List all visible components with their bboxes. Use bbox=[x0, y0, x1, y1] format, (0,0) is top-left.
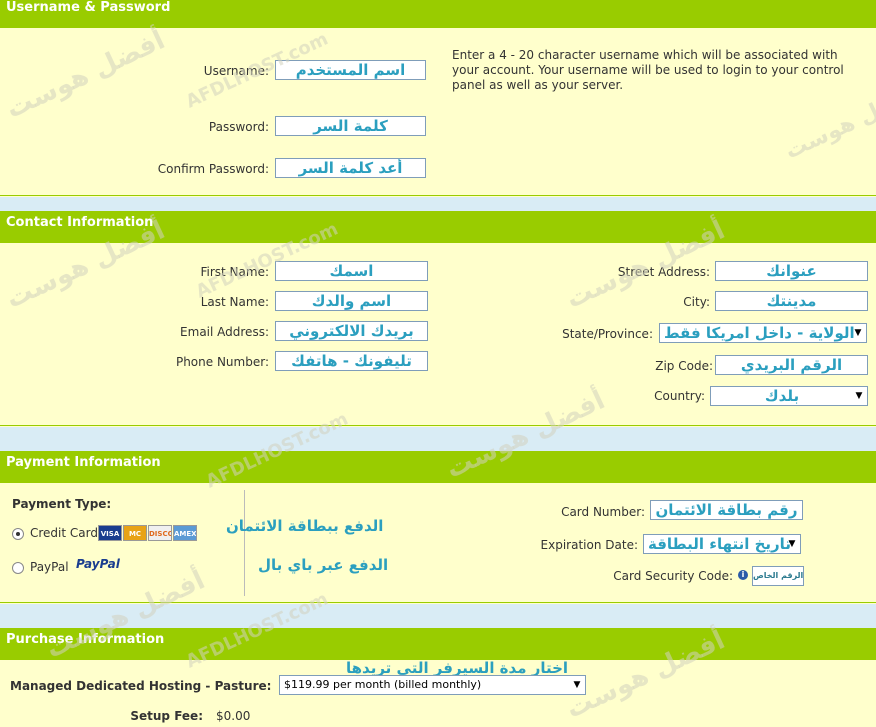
state-select-value: الولاية - داخل امريكا فقط bbox=[664, 324, 855, 342]
section-gap bbox=[0, 427, 876, 451]
discover-icon: DISCOVER bbox=[148, 525, 172, 541]
country-select-value: بلدك bbox=[764, 387, 800, 405]
phone-input[interactable]: تليفونك - هاتفك bbox=[275, 351, 428, 371]
username-description: Enter a 4 - 20 character username which … bbox=[452, 48, 844, 92]
setup-fee-label: Setup Fee: bbox=[130, 709, 203, 723]
last-name-input[interactable]: اسم والدك bbox=[275, 291, 428, 311]
credit-card-radio[interactable] bbox=[12, 528, 24, 540]
confirm-password-input[interactable]: أعد كلمة السر bbox=[275, 158, 426, 178]
username-input[interactable]: اسم المستخدم bbox=[275, 60, 426, 80]
plan-select-value: $119.99 per month (billed monthly) bbox=[284, 678, 482, 691]
card-number-input[interactable]: رقم بطاقة الائتمان bbox=[650, 500, 803, 520]
security-code-input[interactable]: الرقم الخاص bbox=[752, 566, 804, 586]
email-label: Email Address: bbox=[180, 325, 269, 339]
credit-card-annotation: الدفع ببطاقة الائتمان bbox=[226, 517, 384, 535]
paypal-annotation: الدفع عبر باي بال bbox=[258, 556, 389, 574]
contact-section-title: Contact Information bbox=[6, 215, 154, 230]
paypal-logo-icon: PayPal bbox=[76, 557, 120, 571]
chevron-down-icon: ▼ bbox=[788, 539, 796, 549]
city-label: City: bbox=[683, 295, 710, 309]
phone-label: Phone Number: bbox=[175, 355, 269, 369]
info-icon[interactable]: i bbox=[738, 570, 748, 580]
last-name-label: Last Name: bbox=[200, 295, 269, 309]
payment-section-title: Payment Information bbox=[6, 455, 161, 470]
section-gap bbox=[0, 604, 876, 628]
first-name-input[interactable]: اسمك bbox=[275, 261, 428, 281]
security-code-label: Card Security Code: bbox=[613, 569, 733, 583]
street-address-input[interactable]: عنوانك bbox=[715, 261, 868, 281]
paypal-label: PayPal bbox=[30, 560, 69, 574]
zip-code-label: Zip Code: bbox=[655, 359, 713, 373]
credit-card-label: Credit Card bbox=[30, 526, 98, 540]
street-address-label: Street Address: bbox=[617, 265, 710, 279]
payment-divider bbox=[244, 490, 245, 596]
country-label: Country: bbox=[654, 389, 705, 403]
chevron-down-icon: ▼ bbox=[855, 391, 863, 401]
password-input[interactable]: كلمة السر bbox=[275, 116, 426, 136]
purchase-section-title: Purchase Information bbox=[6, 632, 165, 647]
payment-type-label: Payment Type: bbox=[12, 497, 112, 511]
expiration-date-select[interactable]: تاريخ انتهاء البطاقة ▼ bbox=[643, 534, 801, 554]
account-section-title: Username & Password bbox=[6, 0, 171, 15]
contact-section-header: Contact Information bbox=[0, 211, 876, 243]
expiration-date-value: تاريخ انتهاء البطاقة bbox=[648, 535, 791, 553]
zip-code-input[interactable]: الرقم البريدي bbox=[715, 355, 868, 375]
plan-label: Managed Dedicated Hosting - Pasture: bbox=[10, 679, 272, 693]
card-number-label: Card Number: bbox=[561, 505, 645, 519]
expiration-date-label: Expiration Date: bbox=[540, 538, 638, 552]
purchase-section-header: Purchase Information bbox=[0, 628, 876, 660]
visa-icon: VISA bbox=[98, 525, 122, 541]
account-section-header: Username & Password bbox=[0, 0, 876, 28]
username-label: Username: bbox=[203, 64, 269, 78]
amex-icon: AMEX bbox=[173, 525, 197, 541]
setup-fee-value: $0.00 bbox=[216, 709, 251, 723]
mastercard-icon: MC bbox=[123, 525, 147, 541]
email-input[interactable]: بريدك الالكتروني bbox=[275, 321, 428, 341]
plan-select[interactable]: $119.99 per month (billed monthly) ▼ bbox=[279, 675, 586, 695]
first-name-label: First Name: bbox=[200, 265, 269, 279]
state-label: State/Province: bbox=[562, 327, 653, 341]
chevron-down-icon: ▼ bbox=[573, 680, 581, 690]
password-label: Password: bbox=[208, 120, 269, 134]
confirm-password-label: Confirm Password: bbox=[157, 162, 269, 176]
section-gap bbox=[0, 197, 876, 211]
city-input[interactable]: مدينتك bbox=[715, 291, 868, 311]
state-select[interactable]: الولاية - داخل امريكا فقط ▼ bbox=[659, 323, 867, 343]
paypal-radio[interactable] bbox=[12, 562, 24, 574]
chevron-down-icon: ▼ bbox=[854, 328, 862, 338]
country-select[interactable]: بلدك ▼ bbox=[710, 386, 868, 406]
payment-section-header: Payment Information bbox=[0, 451, 876, 483]
